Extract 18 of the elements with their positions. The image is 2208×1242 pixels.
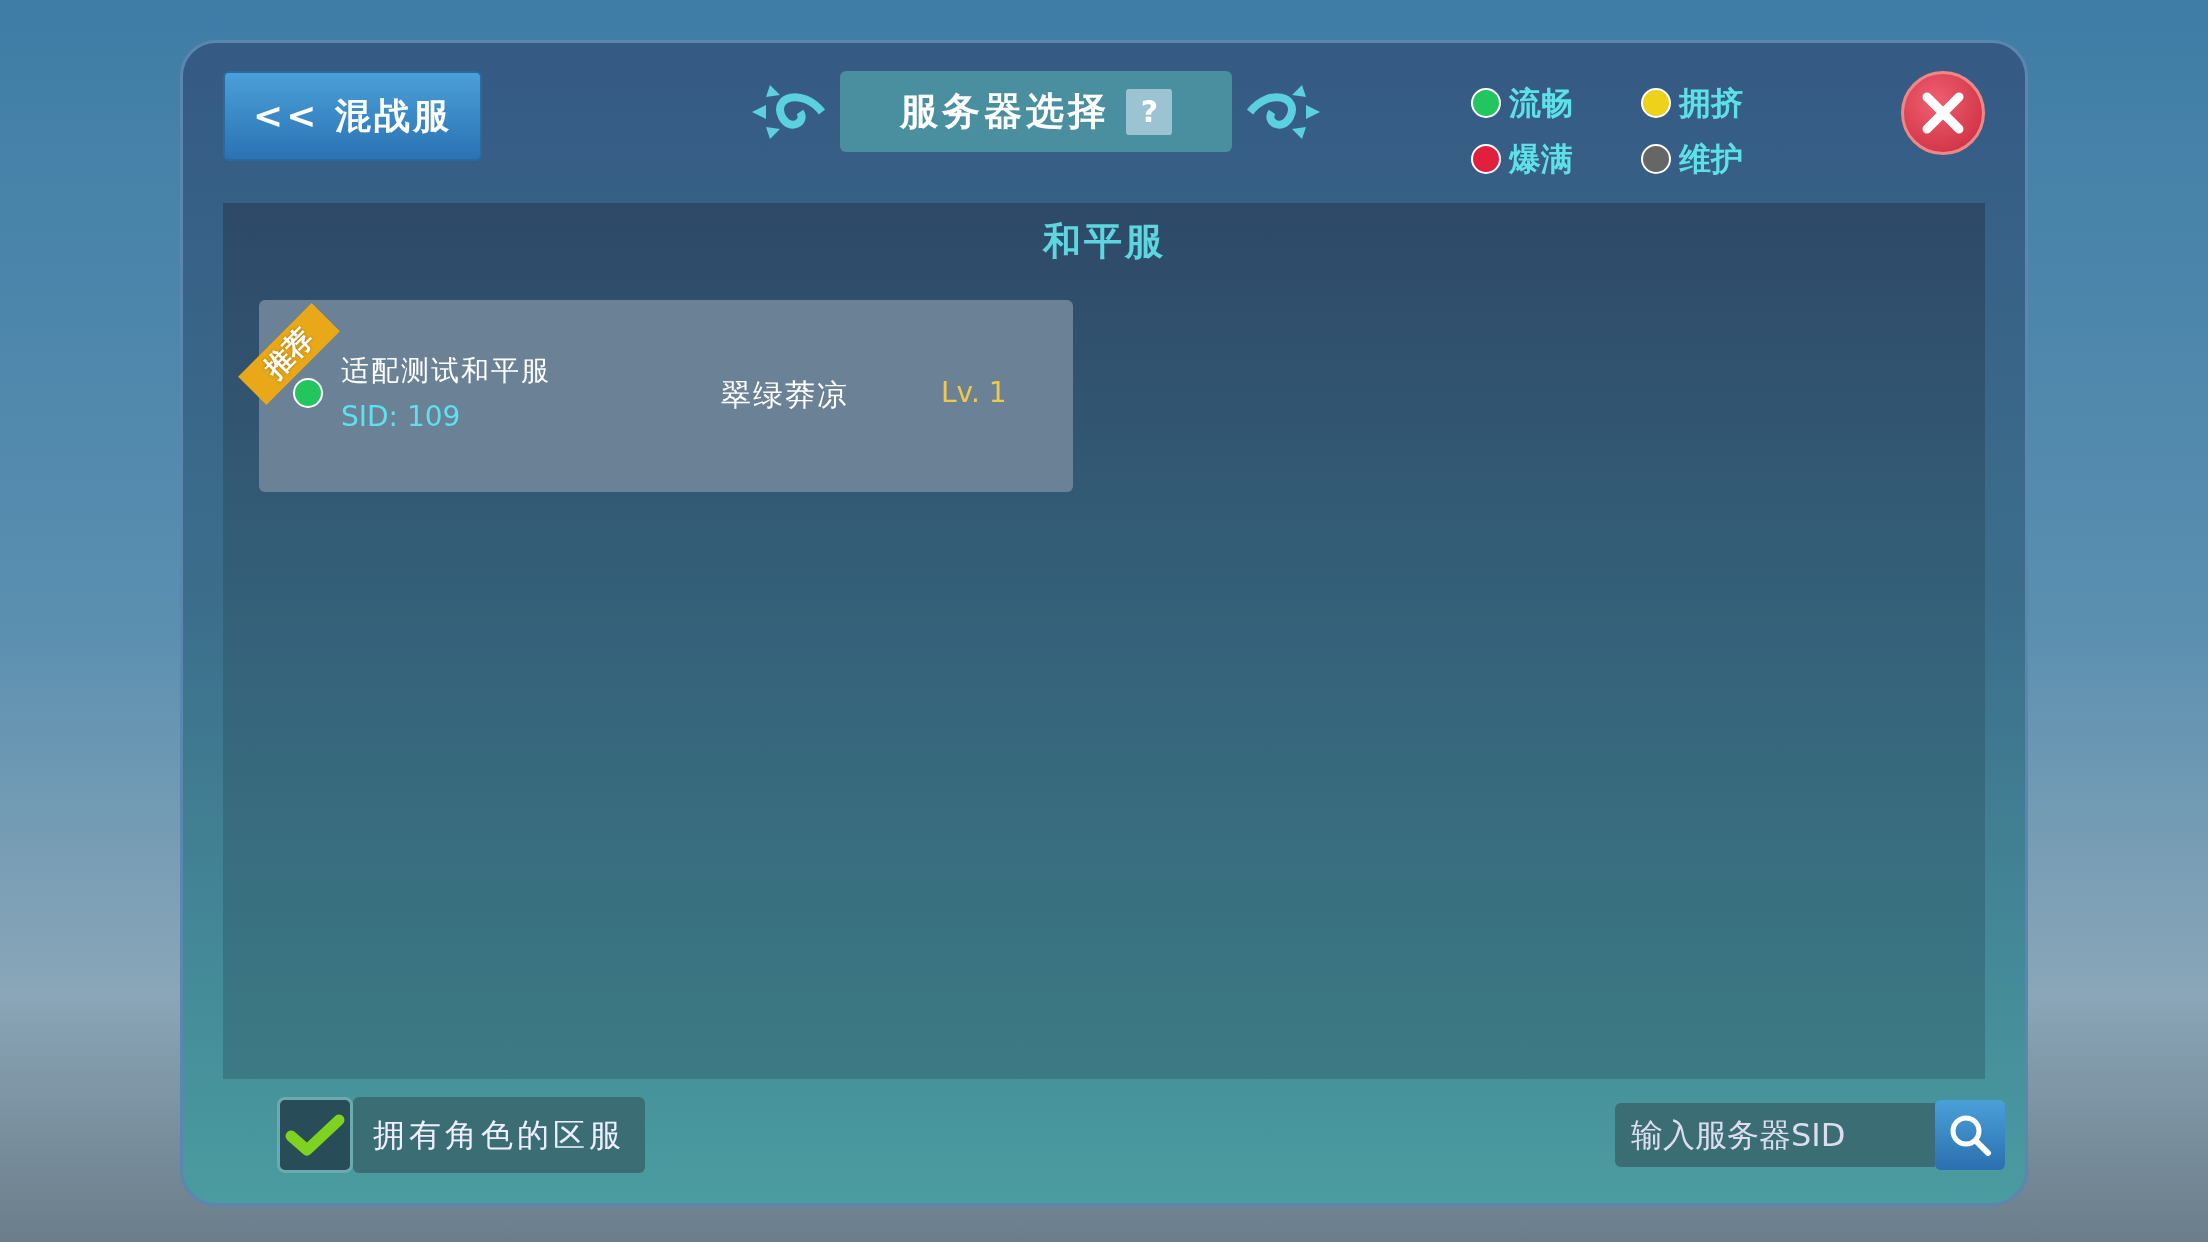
- check-icon: [285, 1112, 345, 1158]
- checkbox[interactable]: [277, 1097, 353, 1173]
- character-level: Lv. 1: [941, 375, 1007, 411]
- section-title: 和平服: [1042, 219, 1166, 263]
- legend-label: 流畅: [1509, 83, 1573, 124]
- dialog-title: 服务器选择: [900, 88, 1111, 135]
- legend-label: 维护: [1679, 139, 1743, 180]
- server-sid: SID: 109: [341, 399, 462, 435]
- search-field[interactable]: 输入服务器SID: [1615, 1103, 1935, 1167]
- server-name: 适配测试和平服: [341, 353, 552, 389]
- legend-label: 拥挤: [1679, 83, 1743, 124]
- back-button[interactable]: << 混战服: [223, 71, 482, 161]
- search-button[interactable]: [1935, 1100, 2005, 1170]
- character-name: 翠绿莽凉: [721, 376, 850, 414]
- legend-label: 爆满: [1509, 139, 1573, 180]
- close-icon: [1921, 91, 1965, 135]
- filter-label: 拥有角色的区服: [353, 1097, 645, 1173]
- search-icon: [1948, 1113, 1992, 1157]
